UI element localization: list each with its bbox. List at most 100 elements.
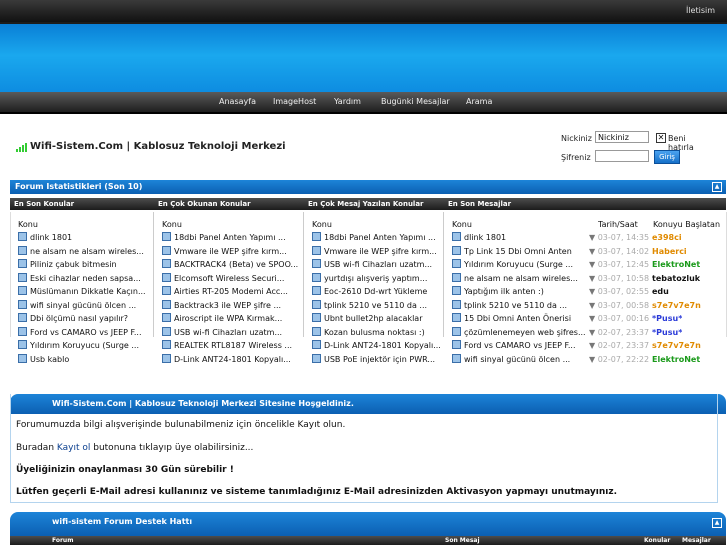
topic-link[interactable]: USB PoE injektör için PWR... — [324, 355, 435, 364]
nav-imagehost[interactable]: ImageHost — [273, 97, 316, 106]
collapse-icon[interactable]: ▲ — [712, 182, 722, 192]
list-item[interactable]: wifi sinyal gücünü ölcen ... — [452, 353, 587, 366]
topic-link[interactable]: Müslümanın Dikkatle Kaçın... — [30, 287, 146, 296]
list-item[interactable]: Eski cihazlar neden sapsa... — [18, 272, 141, 285]
topic-link[interactable]: USB wi-fi Cihazları uzatm... — [174, 328, 282, 337]
list-item[interactable]: BACKTRACK4 (Beta) ve SPOO... — [162, 259, 298, 271]
topic-starter[interactable]: s7e7v7e7n — [652, 300, 701, 312]
list-item[interactable]: USB wi-fi Cihazları uzatm... — [312, 259, 432, 271]
topic-link[interactable]: ne alsam ne alsam wireles... — [30, 247, 144, 256]
topic-starter[interactable]: edu — [652, 286, 669, 298]
topic-link[interactable]: Elcomsoft Wireless Securi... — [174, 274, 284, 283]
nav-home[interactable]: Anasayfa — [219, 97, 256, 106]
list-item[interactable]: D-Link ANT24-1801 Kopyalı... — [312, 340, 441, 352]
topic-starter[interactable]: tebatozluk — [652, 273, 700, 285]
list-item[interactable]: çözümlenemeyen web şifres... — [452, 326, 587, 339]
list-item[interactable]: dlink 1801 — [452, 232, 587, 244]
topic-link[interactable]: wifi sinyal gücünü ölcen ... — [464, 355, 570, 364]
list-item[interactable]: ne alsam ne alsam wireles... — [18, 245, 144, 258]
list-item[interactable]: Elcomsoft Wireless Securi... — [162, 272, 284, 285]
topic-link[interactable]: Usb kablo — [30, 355, 69, 364]
topic-link[interactable]: Yaptığım ilk anten :) — [464, 287, 544, 296]
list-item[interactable]: Backtrack3 ile WEP şifre ... — [162, 299, 281, 312]
list-item[interactable]: Ford vs CAMARO vs JEEP F... — [452, 340, 587, 352]
list-item[interactable]: Müslümanın Dikkatle Kaçın... — [18, 286, 146, 298]
topic-link[interactable]: Yıldırım Koruyucu (Surge ... — [464, 260, 573, 269]
list-item[interactable]: tplink 5210 ve 5110 da ... — [452, 299, 587, 312]
remember-checkbox[interactable]: ✕ — [656, 133, 666, 143]
topic-link[interactable]: ne alsam ne alsam wireles... — [464, 274, 578, 283]
topic-link[interactable]: çözümlenemeyen web şifres... — [464, 328, 586, 337]
list-item[interactable]: Eoc-2610 Dd-wrt Yükleme — [312, 286, 427, 298]
topic-starter[interactable]: *Pusu* — [652, 327, 682, 339]
list-item[interactable]: Usb kablo — [18, 353, 69, 366]
topic-link[interactable]: Eski cihazlar neden sapsa... — [30, 274, 141, 283]
topic-starter[interactable]: e398ci — [652, 232, 682, 244]
list-item[interactable]: 18dbi Panel Anten Yapımı ... — [312, 232, 436, 244]
list-item[interactable]: Yıldırım Koruyucu (Surge ... — [18, 340, 139, 352]
topic-link[interactable]: Eoc-2610 Dd-wrt Yükleme — [324, 287, 427, 296]
list-item[interactable]: Ubnt bullet2hp alacaklar — [312, 313, 423, 325]
list-item[interactable]: Vmware ile WEP şifre kırm... — [312, 245, 437, 258]
list-item[interactable]: Yaptığım ilk anten :) — [452, 286, 587, 298]
topic-link[interactable]: Ford vs CAMARO vs JEEP F... — [464, 341, 575, 350]
topic-link[interactable]: USB wi-fi Cihazları uzatm... — [324, 260, 432, 269]
topic-link[interactable]: D-Link ANT24-1801 Kopyalı... — [324, 341, 441, 350]
topic-link[interactable]: Ubnt bullet2hp alacaklar — [324, 314, 423, 323]
topic-link[interactable]: BACKTRACK4 (Beta) ve SPOO... — [174, 260, 298, 269]
list-item[interactable]: Yıldırım Koruyucu (Surge ... — [452, 259, 587, 271]
topic-link[interactable]: Yıldırım Koruyucu (Surge ... — [30, 341, 139, 350]
topic-link[interactable]: 18dbi Panel Anten Yapımı ... — [324, 233, 436, 242]
list-item[interactable]: Ford vs CAMARO vs JEEP F... — [18, 326, 141, 339]
topic-link[interactable]: dlink 1801 — [464, 233, 506, 242]
list-item[interactable]: 15 Dbi Omni Anten Önerisi — [452, 313, 587, 325]
list-item[interactable]: Vmware ile WEP şifre kırm... — [162, 245, 287, 258]
nav-help[interactable]: Yardım — [334, 97, 361, 106]
topic-link[interactable]: Backtrack3 ile WEP şifre ... — [174, 301, 281, 310]
topic-link[interactable]: Airties RT-205 Modemi Acc... — [174, 287, 288, 296]
topic-starter[interactable]: ElektroNet — [652, 259, 700, 271]
list-item[interactable]: ne alsam ne alsam wireles... — [452, 272, 587, 285]
topic-link[interactable]: 18dbi Panel Anten Yapımı ... — [174, 233, 286, 242]
register-link[interactable]: Kayıt ol — [57, 443, 90, 453]
topic-link[interactable]: yurtdışı alışveriş yaptım... — [324, 274, 427, 283]
list-item[interactable]: Airoscript ile WPA Kırmak... — [162, 313, 282, 325]
topic-link[interactable]: tplink 5210 ve 5110 da ... — [464, 301, 567, 310]
nav-today-posts[interactable]: Bugünki Mesajlar — [381, 97, 450, 106]
topic-link[interactable]: Airoscript ile WPA Kırmak... — [174, 314, 282, 323]
topic-link[interactable]: REALTEK RTL8187 Wireless ... — [174, 341, 292, 350]
topic-starter[interactable]: s7e7v7e7n — [652, 340, 701, 352]
list-item[interactable]: yurtdışı alışveriş yaptım... — [312, 272, 427, 285]
topic-link[interactable]: Vmware ile WEP şifre kırm... — [174, 247, 287, 256]
list-item[interactable]: Piliniz çabuk bitmesin — [18, 259, 117, 271]
collapse-icon[interactable]: ▲ — [712, 518, 722, 528]
list-item[interactable]: REALTEK RTL8187 Wireless ... — [162, 340, 292, 352]
list-item[interactable]: 18dbi Panel Anten Yapımı ... — [162, 232, 286, 244]
list-item[interactable]: D-Link ANT24-1801 Kopyalı... — [162, 353, 291, 366]
topic-link[interactable]: wifi sinyal gücünü ölcen ... — [30, 301, 136, 310]
list-item[interactable]: USB wi-fi Cihazları uzatm... — [162, 326, 282, 339]
username-input[interactable]: Nickiniz — [595, 131, 649, 143]
topic-link[interactable]: Ford vs CAMARO vs JEEP F... — [30, 328, 141, 337]
list-item[interactable]: USB PoE injektör için PWR... — [312, 353, 435, 366]
topic-link[interactable]: dlink 1801 — [30, 233, 72, 242]
list-item[interactable]: Airties RT-205 Modemi Acc... — [162, 286, 288, 298]
topic-starter[interactable]: Haberci — [652, 246, 687, 258]
list-item[interactable]: Tp Link 15 Dbi Omni Anten — [452, 245, 587, 258]
list-item[interactable]: wifi sinyal gücünü ölcen ... — [18, 299, 136, 312]
password-input[interactable] — [595, 150, 649, 162]
topic-link[interactable]: Vmware ile WEP şifre kırm... — [324, 247, 437, 256]
topic-link[interactable]: Piliniz çabuk bitmesin — [30, 260, 117, 269]
topic-link[interactable]: Tp Link 15 Dbi Omni Anten — [464, 247, 572, 256]
list-item[interactable]: Dbi ölçümü nasıl yapılır? — [18, 313, 128, 325]
topic-starter[interactable]: ElektroNet — [652, 354, 700, 366]
nav-search[interactable]: Arama — [466, 97, 492, 106]
list-item[interactable]: dlink 1801 — [18, 232, 72, 244]
topic-link[interactable]: Dbi ölçümü nasıl yapılır? — [30, 314, 128, 323]
topic-link[interactable]: D-Link ANT24-1801 Kopyalı... — [174, 355, 291, 364]
contact-link[interactable]: İletisim — [686, 6, 715, 15]
topic-link[interactable]: 15 Dbi Omni Anten Önerisi — [464, 314, 571, 323]
topic-starter[interactable]: *Pusu* — [652, 313, 682, 325]
login-button[interactable]: Giriş — [654, 150, 680, 164]
list-item[interactable]: Kozan bulusma noktası :) — [312, 326, 425, 339]
